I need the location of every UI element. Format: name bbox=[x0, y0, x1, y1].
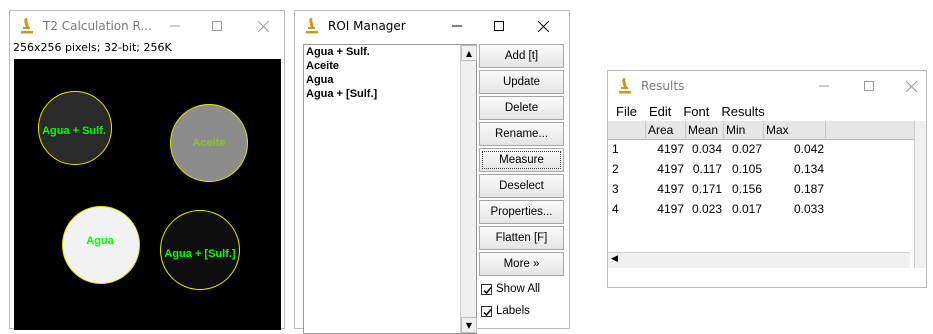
checkbox-label: Show All bbox=[496, 283, 541, 295]
results-table[interactable]: Area Mean Min Max 1 4197 0.034 0.027 0.0… bbox=[608, 121, 926, 268]
column-header[interactable]: Mean bbox=[686, 121, 724, 140]
roi-label: Aceite bbox=[192, 137, 226, 149]
menu-bar: File Edit Font Results bbox=[608, 101, 926, 121]
roi-button-column: Add [t] Update Delete Rename... Measure … bbox=[479, 44, 564, 322]
properties-button[interactable]: Properties... bbox=[479, 200, 564, 224]
results-window: Results File Edit Font Results Area Mean… bbox=[607, 70, 927, 288]
deselect-button[interactable]: Deselect bbox=[479, 174, 564, 198]
menu-results[interactable]: Results bbox=[721, 104, 764, 119]
table-row[interactable]: 1 4197 0.034 0.027 0.042 bbox=[608, 140, 926, 160]
table-cell: 0.117 bbox=[692, 162, 722, 176]
roi-label: Agua + Sulf. bbox=[42, 125, 106, 137]
window-title: Results bbox=[641, 79, 685, 93]
table-cell: 0.033 bbox=[793, 202, 824, 216]
imagej-microscope-icon bbox=[618, 78, 632, 94]
menu-file[interactable]: File bbox=[616, 104, 637, 119]
table-cell: 0.042 bbox=[793, 142, 824, 156]
close-icon[interactable] bbox=[240, 11, 286, 41]
list-item[interactable]: Agua + Sulf. bbox=[304, 45, 476, 59]
table-cell: 4197 bbox=[657, 162, 684, 176]
more-button[interactable]: More » bbox=[479, 252, 564, 276]
table-cell: 0.034 bbox=[691, 142, 722, 156]
image-info: 256x256 pixels; 32-bit; 256K bbox=[13, 41, 172, 54]
list-item[interactable]: Agua bbox=[304, 73, 476, 87]
add-button[interactable]: Add [t] bbox=[479, 44, 564, 68]
labels-checkbox[interactable]: Labels bbox=[479, 300, 564, 322]
roi-manager-window: ROI Manager Agua + Sulf. Aceite Agua Agu… bbox=[294, 10, 570, 334]
table-cell: 4197 bbox=[657, 142, 684, 156]
column-header[interactable] bbox=[608, 121, 646, 140]
roi-label: Agua bbox=[86, 235, 114, 247]
vertical-scrollbar[interactable] bbox=[914, 121, 926, 268]
roi-label: Agua + [Sulf.] bbox=[164, 248, 236, 260]
t2-titlebar[interactable]: T2 Calculation R... bbox=[10, 11, 284, 41]
window-title: ROI Manager bbox=[328, 19, 406, 33]
imagej-microscope-icon bbox=[20, 18, 34, 34]
minimize-icon[interactable] bbox=[434, 11, 480, 41]
table-cell: 0.187 bbox=[793, 182, 824, 196]
table-cell: 0.171 bbox=[691, 182, 722, 196]
scroll-left-icon[interactable]: ◀ bbox=[611, 254, 618, 264]
show-all-checkbox[interactable]: Show All bbox=[479, 278, 564, 300]
update-button[interactable]: Update bbox=[479, 70, 564, 94]
table-cell: 0.134 bbox=[793, 162, 824, 176]
checkbox-checked-icon[interactable] bbox=[481, 283, 492, 295]
table-row[interactable]: 4 4197 0.023 0.017 0.033 bbox=[608, 200, 926, 220]
table-cell: 0.017 bbox=[731, 202, 762, 216]
table-cell: 0.105 bbox=[731, 162, 762, 176]
close-icon[interactable] bbox=[520, 11, 566, 41]
table-cell: 0.156 bbox=[731, 182, 762, 196]
image-canvas[interactable]: Agua + Sulf. Aceite Agua Agua + [Sulf.] bbox=[14, 59, 281, 330]
delete-button[interactable]: Delete bbox=[479, 96, 564, 120]
results-titlebar[interactable]: Results bbox=[608, 71, 926, 101]
close-icon[interactable] bbox=[894, 71, 928, 101]
t2-image-window: T2 Calculation R... 256x256 pixels; 32-b… bbox=[9, 10, 285, 330]
maximize-icon[interactable] bbox=[194, 11, 240, 41]
table-cell: 4197 bbox=[657, 182, 684, 196]
scroll-up-icon[interactable]: ▲ bbox=[461, 45, 477, 61]
table-cell: 0.027 bbox=[731, 142, 762, 156]
column-header[interactable]: Min bbox=[724, 121, 764, 140]
measure-button[interactable]: Measure bbox=[479, 148, 564, 172]
imagej-microscope-icon bbox=[305, 18, 319, 34]
checkbox-checked-icon[interactable] bbox=[481, 305, 492, 317]
menu-font[interactable]: Font bbox=[683, 104, 709, 119]
table-cell: 4197 bbox=[657, 202, 684, 216]
roi-manager-titlebar[interactable]: ROI Manager bbox=[295, 11, 569, 41]
table-cell: 3 bbox=[612, 182, 619, 196]
checkbox-label: Labels bbox=[496, 305, 530, 317]
column-header[interactable]: Max bbox=[764, 121, 826, 140]
scroll-down-icon[interactable]: ▼ bbox=[461, 317, 477, 333]
table-cell: 4 bbox=[612, 202, 619, 216]
minimize-icon[interactable] bbox=[152, 11, 198, 41]
column-header[interactable]: Area bbox=[646, 121, 686, 140]
table-header: Area Mean Min Max bbox=[608, 121, 926, 140]
minimize-icon[interactable] bbox=[801, 71, 847, 101]
vertical-scrollbar[interactable]: ▲ ▼ bbox=[460, 45, 477, 333]
list-item[interactable]: Agua + [Sulf.] bbox=[304, 87, 476, 101]
list-item[interactable]: Aceite bbox=[304, 59, 476, 73]
table-cell: 0.023 bbox=[691, 202, 722, 216]
roi-list[interactable]: Agua + Sulf. Aceite Agua Agua + [Sulf.] … bbox=[303, 44, 477, 334]
table-row[interactable]: 3 4197 0.171 0.156 0.187 bbox=[608, 180, 926, 200]
flatten-button[interactable]: Flatten [F] bbox=[479, 226, 564, 250]
maximize-icon[interactable] bbox=[476, 11, 522, 41]
table-row[interactable]: 2 4197 0.117 0.105 0.134 bbox=[608, 160, 926, 180]
table-cell: 1 bbox=[612, 142, 619, 156]
table-cell: 2 bbox=[612, 162, 619, 176]
window-title: T2 Calculation R... bbox=[43, 19, 152, 33]
horizontal-scrollbar[interactable]: ◀ bbox=[608, 252, 910, 268]
menu-edit[interactable]: Edit bbox=[649, 104, 671, 119]
maximize-icon[interactable] bbox=[846, 71, 892, 101]
rename-button[interactable]: Rename... bbox=[479, 122, 564, 146]
